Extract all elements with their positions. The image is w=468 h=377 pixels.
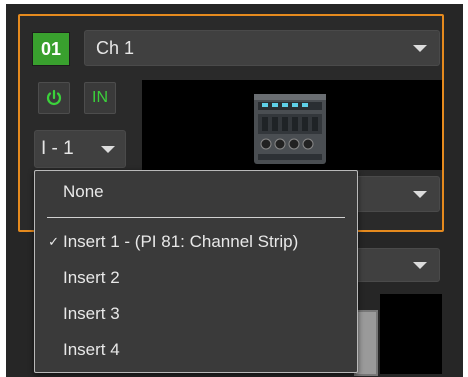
input-button[interactable]: IN [84, 82, 116, 114]
menu-item-label: Insert 3 [63, 304, 120, 323]
menu-item-insert-4[interactable]: Insert 4 [35, 333, 357, 367]
chevron-down-icon [101, 146, 115, 153]
menu-item-label: Insert 4 [63, 340, 120, 359]
input-label: IN [92, 89, 108, 106]
insert-dropdown-menu: None ✓ Insert 1 - (PI 81: Channel Strip)… [34, 170, 358, 373]
menu-item-label: Insert 2 [63, 268, 120, 287]
power-icon [46, 89, 62, 105]
channel-name-label: Ch 1 [96, 37, 135, 58]
menu-item-none[interactable]: None [35, 175, 357, 209]
insert-slot-dropdown[interactable]: I - 1 [34, 130, 126, 168]
chevron-down-icon [413, 262, 427, 269]
power-button[interactable] [38, 82, 70, 114]
plugin-thumbnail-icon [254, 94, 326, 164]
menu-item-insert-3[interactable]: Insert 3 [35, 297, 357, 331]
menu-item-insert-1[interactable]: ✓ Insert 1 - (PI 81: Channel Strip) [35, 225, 357, 259]
next-plugin-preview [380, 294, 442, 374]
channel-number[interactable]: 01 [32, 32, 70, 66]
menu-item-label: Insert 1 - (PI 81: Channel Strip) [63, 232, 299, 251]
next-channel-dropdown[interactable] [350, 248, 440, 282]
channel-name-dropdown[interactable]: Ch 1 [84, 30, 440, 66]
insert-slot-value: I - 1 [41, 138, 74, 159]
chevron-down-icon [413, 45, 427, 52]
menu-item-label: None [63, 182, 104, 201]
checkmark-icon: ✓ [48, 234, 59, 249]
menu-item-insert-2[interactable]: Insert 2 [35, 261, 357, 295]
menu-divider [47, 217, 345, 218]
chevron-down-icon [413, 191, 427, 198]
